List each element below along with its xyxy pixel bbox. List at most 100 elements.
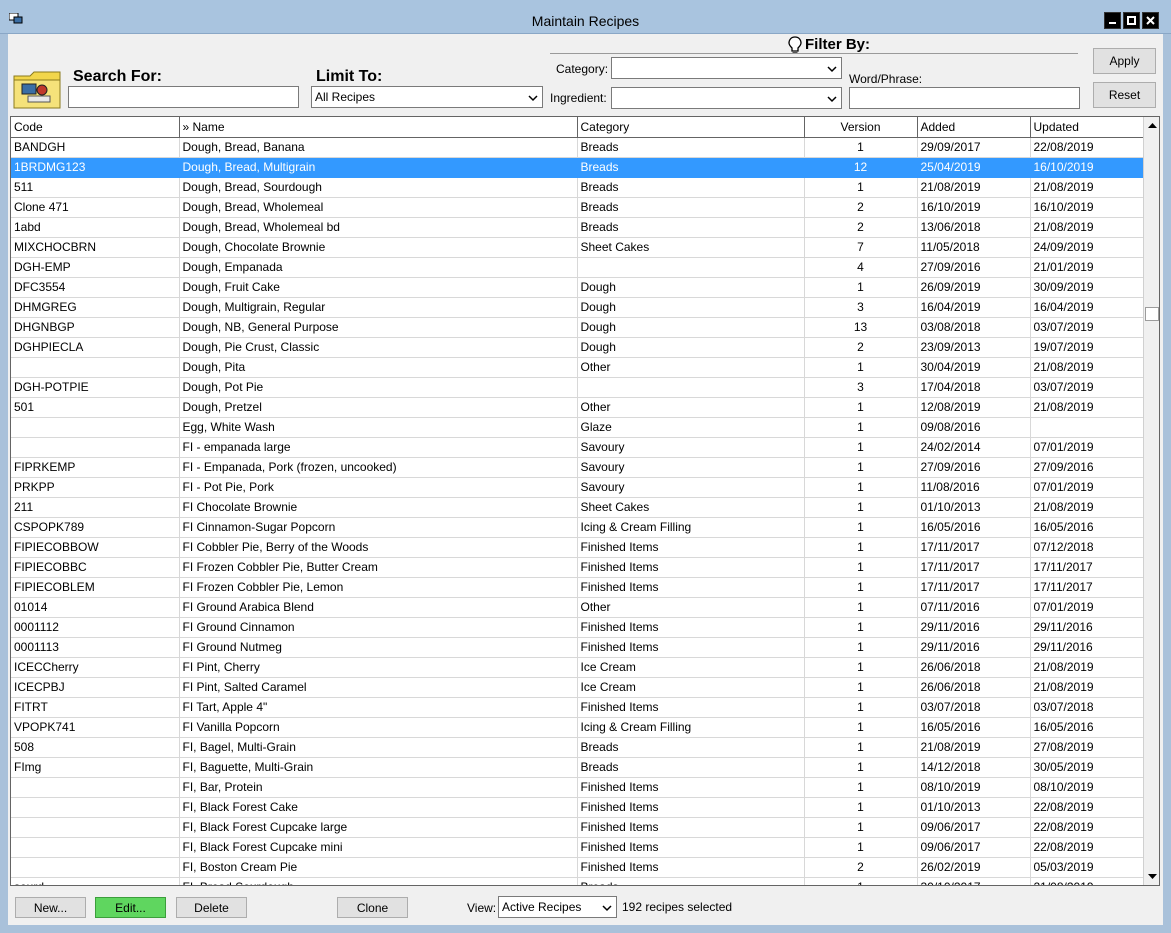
- cell-version: 12: [804, 157, 917, 177]
- table-row[interactable]: BANDGHDough, Bread, BananaBreads129/09/2…: [11, 137, 1144, 157]
- word-phrase-input[interactable]: [849, 87, 1080, 109]
- table-row[interactable]: FI, Boston Cream PieFinished Items226/02…: [11, 857, 1144, 877]
- table-row[interactable]: 1BRDMG123Dough, Bread, MultigrainBreads1…: [11, 157, 1144, 177]
- table-row[interactable]: DGH-EMPDough, Empanada427/09/201621/01/2…: [11, 257, 1144, 277]
- cell-category: [577, 377, 804, 397]
- table-row[interactable]: FIPIECOBLEMFI Frozen Cobbler Pie, LemonF…: [11, 577, 1144, 597]
- cell-version: 1: [804, 577, 917, 597]
- cell-version: 1: [804, 277, 917, 297]
- new-button[interactable]: New...: [15, 897, 86, 918]
- table-row[interactable]: Dough, PitaOther130/04/201921/08/2019: [11, 357, 1144, 377]
- scrollbar-thumb[interactable]: [1145, 307, 1159, 321]
- maximize-icon: [1127, 16, 1136, 25]
- cell-version: 4: [804, 257, 917, 277]
- category-dropdown[interactable]: [611, 57, 842, 79]
- cell-updated: [1030, 417, 1144, 437]
- delete-button[interactable]: Delete: [176, 897, 247, 918]
- cell-updated: 07/12/2018: [1030, 537, 1144, 557]
- cell-code: [11, 837, 179, 857]
- table-row[interactable]: FIPIECOBBCFI Frozen Cobbler Pie, Butter …: [11, 557, 1144, 577]
- table-row[interactable]: FI, Black Forest Cupcake largeFinished I…: [11, 817, 1144, 837]
- table-row[interactable]: 501Dough, PretzelOther112/08/201921/08/2…: [11, 397, 1144, 417]
- ingredient-dropdown[interactable]: [611, 87, 842, 109]
- cell-code: 511: [11, 177, 179, 197]
- table-row[interactable]: CSPOPK789FI Cinnamon-Sugar PopcornIcing …: [11, 517, 1144, 537]
- cell-updated: 21/08/2019: [1030, 497, 1144, 517]
- apply-button[interactable]: Apply: [1093, 48, 1156, 74]
- cell-version: 1: [804, 497, 917, 517]
- cell-code: FIPIECOBBC: [11, 557, 179, 577]
- cell-category: Savoury: [577, 457, 804, 477]
- table-row[interactable]: FIPIECOBBOWFI Cobbler Pie, Berry of the …: [11, 537, 1144, 557]
- table-row[interactable]: Clone 471Dough, Bread, WholemealBreads21…: [11, 197, 1144, 217]
- edit-button[interactable]: Edit...: [95, 897, 166, 918]
- cell-added: 16/05/2016: [917, 517, 1030, 537]
- view-dropdown[interactable]: Active Recipes: [498, 896, 617, 918]
- table-row[interactable]: DFC3554Dough, Fruit CakeDough126/09/2019…: [11, 277, 1144, 297]
- table-row[interactable]: 0001113FI Ground NutmegFinished Items129…: [11, 637, 1144, 657]
- cell-category: Breads: [577, 757, 804, 777]
- table-row[interactable]: DHGNBGPDough, NB, General PurposeDough13…: [11, 317, 1144, 337]
- cell-added: 30/10/2017: [917, 877, 1030, 886]
- cell-name: FI Cinnamon-Sugar Popcorn: [179, 517, 577, 537]
- cell-version: 2: [804, 217, 917, 237]
- cell-code: CSPOPK789: [11, 517, 179, 537]
- table-row[interactable]: 511Dough, Bread, SourdoughBreads121/08/2…: [11, 177, 1144, 197]
- cell-name: FI Vanilla Popcorn: [179, 717, 577, 737]
- vertical-scrollbar[interactable]: [1143, 117, 1159, 885]
- table-row[interactable]: 1abdDough, Bread, Wholemeal bdBreads213/…: [11, 217, 1144, 237]
- table-row[interactable]: DGH-POTPIEDough, Pot Pie317/04/201803/07…: [11, 377, 1144, 397]
- table-row[interactable]: FI, Black Forest CakeFinished Items101/1…: [11, 797, 1144, 817]
- cell-name: FI Ground Cinnamon: [179, 617, 577, 637]
- table-row[interactable]: FITRTFI Tart, Apple 4"Finished Items103/…: [11, 697, 1144, 717]
- table-row[interactable]: FI, Black Forest Cupcake miniFinished It…: [11, 837, 1144, 857]
- table-row[interactable]: ICECCherryFI Pint, CherryIce Cream126/06…: [11, 657, 1144, 677]
- cell-category: Other: [577, 357, 804, 377]
- column-header-name[interactable]: » Name: [179, 117, 577, 137]
- cell-category: Icing & Cream Filling: [577, 517, 804, 537]
- column-header-added[interactable]: Added: [917, 117, 1030, 137]
- reset-button[interactable]: Reset: [1093, 82, 1156, 108]
- column-header-version[interactable]: Version: [804, 117, 917, 137]
- column-header-code[interactable]: Code: [11, 117, 179, 137]
- table-row[interactable]: FI, Bar, ProteinFinished Items108/10/201…: [11, 777, 1144, 797]
- table-row[interactable]: DGHPIECLADough, Pie Crust, ClassicDough2…: [11, 337, 1144, 357]
- table-row[interactable]: Egg, White WashGlaze109/08/2016: [11, 417, 1144, 437]
- table-row[interactable]: 01014FI Ground Arabica BlendOther107/11/…: [11, 597, 1144, 617]
- table-row[interactable]: 0001112FI Ground CinnamonFinished Items1…: [11, 617, 1144, 637]
- column-header-category[interactable]: Category: [577, 117, 804, 137]
- search-input[interactable]: [68, 86, 299, 108]
- cell-name: Dough, Bread, Wholemeal bd: [179, 217, 577, 237]
- cell-code: [11, 357, 179, 377]
- limit-to-dropdown[interactable]: All Recipes: [311, 86, 543, 108]
- maximize-button[interactable]: [1123, 12, 1140, 29]
- recipes-grid[interactable]: Code » Name Category Version Added Updat…: [10, 116, 1160, 886]
- table-row[interactable]: MIXCHOCBRNDough, Chocolate BrownieSheet …: [11, 237, 1144, 257]
- cell-version: 1: [804, 837, 917, 857]
- scroll-down-button[interactable]: [1144, 869, 1160, 885]
- table-row[interactable]: FIPRKEMPFI - Empanada, Pork (frozen, unc…: [11, 457, 1144, 477]
- table-row[interactable]: sourdFI, Bread SourdoughBreads130/10/201…: [11, 877, 1144, 886]
- cell-category: Finished Items: [577, 577, 804, 597]
- column-header-updated[interactable]: Updated: [1030, 117, 1144, 137]
- table-row[interactable]: FI - empanada largeSavoury124/02/201407/…: [11, 437, 1144, 457]
- cell-name: FI Ground Arabica Blend: [179, 597, 577, 617]
- close-button[interactable]: [1142, 12, 1159, 29]
- cell-version: 1: [804, 717, 917, 737]
- scroll-up-button[interactable]: [1144, 117, 1160, 133]
- table-row[interactable]: 508FI, Bagel, Multi-GrainBreads121/08/20…: [11, 737, 1144, 757]
- cell-name: FI, Baguette, Multi-Grain: [179, 757, 577, 777]
- table-row[interactable]: PRKPPFI - Pot Pie, PorkSavoury111/08/201…: [11, 477, 1144, 497]
- cell-name: Egg, White Wash: [179, 417, 577, 437]
- clone-button[interactable]: Clone: [337, 897, 408, 918]
- minimize-button[interactable]: [1104, 12, 1121, 29]
- cell-added: 09/06/2017: [917, 817, 1030, 837]
- table-row[interactable]: FImgFI, Baguette, Multi-GrainBreads114/1…: [11, 757, 1144, 777]
- table-row[interactable]: VPOPK741FI Vanilla PopcornIcing & Cream …: [11, 717, 1144, 737]
- table-row[interactable]: ICECPBJFI Pint, Salted CaramelIce Cream1…: [11, 677, 1144, 697]
- table-row[interactable]: 211FI Chocolate BrownieSheet Cakes101/10…: [11, 497, 1144, 517]
- cell-code: [11, 417, 179, 437]
- table-row[interactable]: DHMGREGDough, Multigrain, RegularDough31…: [11, 297, 1144, 317]
- cell-added: 29/11/2016: [917, 637, 1030, 657]
- cell-code: FIPIECOBBOW: [11, 537, 179, 557]
